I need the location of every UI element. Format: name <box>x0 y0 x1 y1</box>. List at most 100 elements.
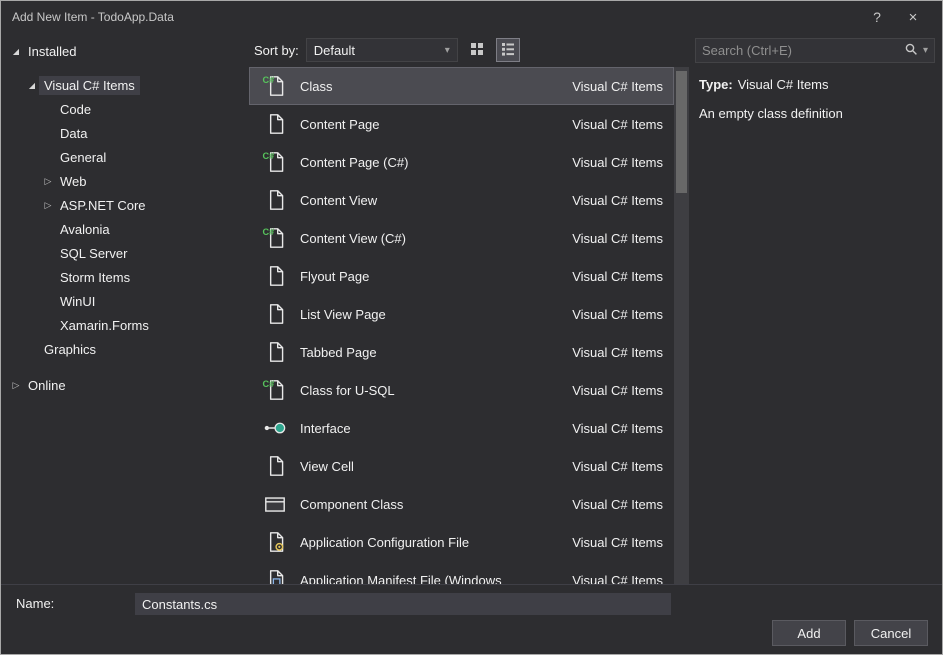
cancel-button[interactable]: Cancel <box>854 620 928 646</box>
template-name: List View Page <box>300 306 386 322</box>
template-category: Visual C# Items <box>572 192 663 208</box>
expand-icon[interactable]: ▷ <box>9 380 23 391</box>
template-item[interactable]: Tabbed Page Visual C# Items <box>249 333 674 371</box>
interface-icon <box>262 415 288 441</box>
sidebar-item-label: Web <box>60 173 87 189</box>
sidebar-item-label: Xamarin.Forms <box>60 317 149 333</box>
template-category: Visual C# Items <box>572 116 663 132</box>
document-icon <box>262 187 288 213</box>
medium-icons-view-button[interactable] <box>465 38 489 62</box>
document-icon <box>262 453 288 479</box>
add-button[interactable]: Add <box>772 620 846 646</box>
scrollbar-thumb[interactable] <box>676 71 687 193</box>
help-button[interactable]: ? <box>859 9 895 25</box>
expand-icon[interactable]: ▷ <box>41 176 55 187</box>
sort-dropdown[interactable]: Default ▾ <box>305 38 458 62</box>
template-item[interactable]: C# Content View (C#) Visual C# Items <box>249 219 674 257</box>
collapse-icon[interactable]: ◢ <box>25 81 39 90</box>
template-item[interactable]: Content View Visual C# Items <box>249 181 674 219</box>
config-file-icon <box>262 529 288 555</box>
document-icon <box>262 111 288 137</box>
sidebar-item-graphics[interactable]: Graphics <box>1 337 249 361</box>
template-item[interactable]: Content Page Visual C# Items <box>249 105 674 143</box>
search-icon[interactable] <box>904 42 918 59</box>
template-category: Visual C# Items <box>572 268 663 284</box>
sidebar-item-code[interactable]: Code <box>1 97 249 121</box>
template-name: Component Class <box>300 496 404 512</box>
list-scrollbar[interactable] <box>674 67 689 584</box>
sidebar-item-general[interactable]: General <box>1 145 249 169</box>
template-name: Content View <box>300 192 378 208</box>
search-input[interactable]: Search (Ctrl+E) <box>702 43 899 58</box>
search-dropdown-icon[interactable]: ▾ <box>923 45 928 56</box>
template-name: Flyout Page <box>300 268 370 284</box>
sidebar-item-xamarin-forms[interactable]: Xamarin.Forms <box>1 313 249 337</box>
template-item[interactable]: Flyout Page Visual C# Items <box>249 257 674 295</box>
template-item[interactable]: List View Page Visual C# Items <box>249 295 674 333</box>
sort-by-label: Sort by: <box>254 42 299 58</box>
sidebar-item-avalonia[interactable]: Avalonia <box>1 217 249 241</box>
template-item[interactable]: Component Class Visual C# Items <box>249 485 674 523</box>
template-name: Application Manifest File (Windows <box>300 572 502 585</box>
sidebar-item-aspnet-core[interactable]: ▷ ASP.NET Core <box>1 193 249 217</box>
list-view-button[interactable] <box>495 38 520 62</box>
chevron-down-icon: ▾ <box>444 44 450 56</box>
template-category: Visual C# Items <box>572 572 663 585</box>
sidebar-item-label: Data <box>60 125 88 141</box>
grid-view-icon <box>470 42 484 59</box>
category-tree: ◢ Installed ◢ Visual C# Items Code Data Genera… <box>1 33 249 584</box>
template-item[interactable]: Interface Visual C# Items <box>249 409 674 447</box>
type-value: Visual C# Items <box>737 77 829 92</box>
close-button[interactable]: × <box>895 9 931 26</box>
sidebar-item-online[interactable]: ▷ Online <box>1 373 249 397</box>
collapse-icon[interactable]: ◢ <box>9 47 23 56</box>
template-name: Class for U-SQL <box>300 382 395 398</box>
svg-text:C#: C# <box>263 75 275 85</box>
template-item[interactable]: C# Class Visual C# Items <box>249 67 674 105</box>
template-category: Visual C# Items <box>572 534 663 550</box>
template-category: Visual C# Items <box>572 420 663 436</box>
template-list: C# Class Visual C# Items Content Page Visual… <box>249 67 674 584</box>
footer-bar: Name: Add Cancel <box>1 584 942 654</box>
csharp-class-icon: C# <box>262 225 288 251</box>
template-name: Content Page (C#) <box>300 154 409 170</box>
sidebar-item-installed[interactable]: ◢ Installed <box>1 39 249 63</box>
sidebar-item-label: ASP.NET Core <box>60 197 146 213</box>
csharp-class-icon: C# <box>262 73 288 99</box>
template-item[interactable]: C# Class for U-SQL Visual C# Items <box>249 371 674 409</box>
sidebar-item-label: WinUI <box>60 293 96 309</box>
sidebar-item-label: Avalonia <box>60 221 110 237</box>
name-input[interactable] <box>135 593 671 615</box>
sidebar-item-web[interactable]: ▷ Web <box>1 169 249 193</box>
sidebar-item-visual-csharp-items[interactable]: ◢ Visual C# Items <box>1 73 249 97</box>
template-description: An empty class definition <box>699 105 843 121</box>
template-category: Visual C# Items <box>572 78 663 94</box>
template-name: Class <box>300 78 333 94</box>
dialog-body: ◢ Installed ◢ Visual C# Items Code Data Genera… <box>1 33 942 584</box>
template-category: Visual C# Items <box>572 496 663 512</box>
template-item[interactable]: View Cell Visual C# Items <box>249 447 674 485</box>
search-box[interactable]: Search (Ctrl+E) ▾ <box>695 38 935 63</box>
template-category: Visual C# Items <box>572 344 663 360</box>
template-name: Interface <box>300 420 351 436</box>
document-icon <box>262 263 288 289</box>
document-icon <box>262 339 288 365</box>
expand-icon[interactable]: ▷ <box>41 200 55 211</box>
document-icon <box>262 301 288 327</box>
sidebar-item-data[interactable]: Data <box>1 121 249 145</box>
sidebar-item-sql-server[interactable]: SQL Server <box>1 241 249 265</box>
sort-toolbar: Sort by: Default ▾ <box>249 33 689 67</box>
sidebar-item-winui[interactable]: WinUI <box>1 289 249 313</box>
sidebar-item-storm-items[interactable]: Storm Items <box>1 265 249 289</box>
sidebar-item-label: Graphics <box>44 341 97 357</box>
manifest-file-icon <box>262 567 288 584</box>
details-panel: Search (Ctrl+E) ▾ Type: Visual C# Items A… <box>689 33 942 584</box>
template-item[interactable]: Application Manifest File (Windows Visual… <box>249 561 674 584</box>
template-category: Visual C# Items <box>572 230 663 246</box>
template-item[interactable]: C# Content Page (C#) Visual C# Items <box>249 143 674 181</box>
template-name: Tabbed Page <box>300 344 377 360</box>
template-item[interactable]: Application Configuration File Visual C# … <box>249 523 674 561</box>
csharp-class-icon: C# <box>262 377 288 403</box>
sort-dropdown-value: Default <box>313 42 355 58</box>
svg-text:C#: C# <box>263 379 275 389</box>
